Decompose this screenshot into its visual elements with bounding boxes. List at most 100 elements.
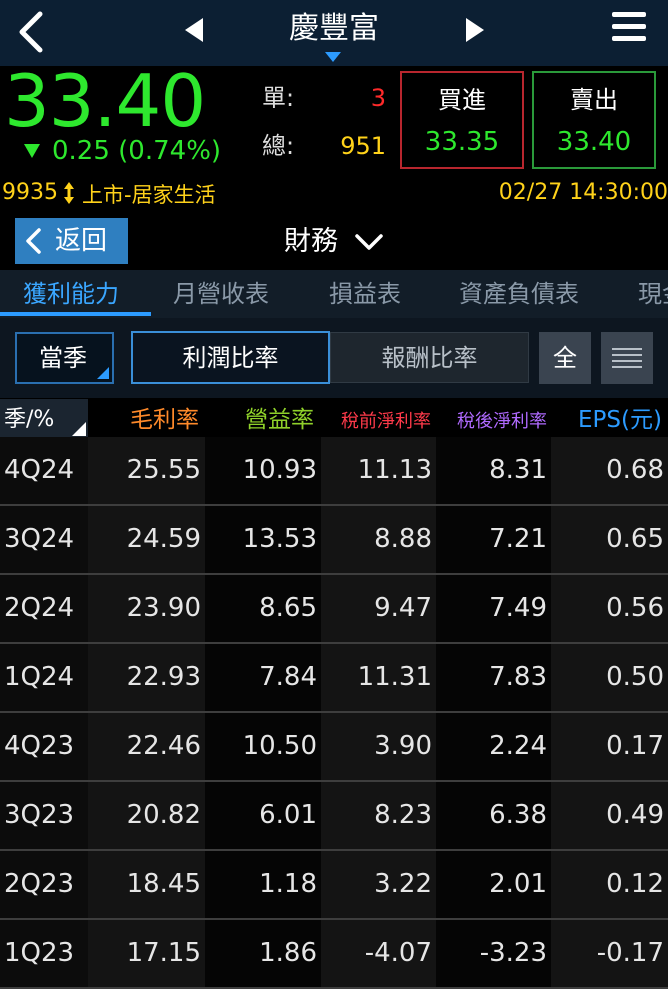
tab-balance-sheet[interactable]: 資產負債表 — [459, 279, 579, 309]
chevron-down-icon[interactable] — [354, 232, 384, 252]
cell-net-margin: 7.49 — [436, 575, 551, 642]
buy-label: 買進 — [438, 86, 486, 114]
cell-season: 3Q23 — [0, 782, 88, 849]
table-header — [0, 399, 668, 437]
table-row[interactable]: 4Q24 25.55 10.93 11.13 8.31 0.68 — [0, 437, 668, 504]
next-stock-icon[interactable] — [464, 16, 486, 44]
cell-gross-margin: 20.82 — [88, 782, 205, 849]
buy-price: 33.35 — [424, 127, 500, 157]
all-button[interactable]: 全 — [539, 332, 591, 384]
active-tab-indicator — [0, 312, 151, 316]
segment-profit-ratio[interactable]: 利潤比率 — [131, 331, 330, 384]
cell-net-margin: 8.31 — [436, 437, 551, 504]
cell-operating-margin: 10.93 — [205, 437, 321, 504]
cell-season: 4Q23 — [0, 713, 88, 780]
all-label: 全 — [553, 344, 577, 372]
cell-net-margin: 2.24 — [436, 713, 551, 780]
cell-season: 4Q24 — [0, 437, 88, 504]
cell-season: 3Q24 — [0, 506, 88, 573]
cell-net-margin: 6.38 — [436, 782, 551, 849]
period-select[interactable]: 當季 — [15, 332, 114, 384]
cell-net-margin: -3.23 — [436, 920, 551, 987]
cell-gross-margin: 17.15 — [88, 920, 205, 987]
cell-pretax-margin: 3.90 — [321, 713, 436, 780]
list-view-icon[interactable] — [601, 332, 653, 384]
last-price: 33.40 — [4, 59, 206, 143]
dropdown-corner-icon — [97, 367, 109, 379]
cell-pretax-margin: 8.23 — [321, 782, 436, 849]
cell-operating-margin: 8.65 — [205, 575, 321, 642]
cell-operating-margin: 1.18 — [205, 851, 321, 918]
cell-season: 1Q23 — [0, 920, 88, 987]
unit-volume-label: 單: — [262, 84, 295, 112]
cell-season: 2Q23 — [0, 851, 88, 918]
sell-button[interactable]: 賣出 33.40 — [532, 71, 656, 169]
up-down-arrow-icon — [64, 182, 74, 204]
chevron-left-icon — [26, 228, 41, 254]
buy-button[interactable]: 買進 33.35 — [400, 71, 524, 169]
return-button[interactable]: 返回 — [15, 218, 128, 264]
cell-net-margin: 7.83 — [436, 644, 551, 711]
cell-pretax-margin: 11.31 — [321, 644, 436, 711]
hamburger-menu-icon[interactable] — [612, 12, 646, 46]
period-value: 當季 — [39, 344, 87, 372]
cell-pretax-margin: 3.22 — [321, 851, 436, 918]
tab-cash-flow[interactable]: 現金流量表 — [638, 279, 668, 309]
total-volume-label: 總: — [262, 132, 295, 160]
tab-income-statement[interactable]: 損益表 — [329, 279, 401, 309]
return-label: 返回 — [55, 226, 108, 256]
back-arrow-icon[interactable] — [14, 10, 48, 54]
cell-net-margin: 2.01 — [436, 851, 551, 918]
total-volume-value: 951 — [340, 132, 386, 160]
cell-gross-margin: 22.46 — [88, 713, 205, 780]
cell-operating-margin: 7.84 — [205, 644, 321, 711]
cell-pretax-margin: 11.13 — [321, 437, 436, 504]
cell-season: 1Q24 — [0, 644, 88, 711]
caret-down-icon[interactable] — [325, 52, 341, 62]
table-row[interactable]: 1Q23 17.15 1.86 -4.07 -3.23 -0.17 — [0, 920, 668, 987]
table-row[interactable]: 2Q23 18.45 1.18 3.22 2.01 0.12 — [0, 851, 668, 918]
cell-net-margin: 7.21 — [436, 506, 551, 573]
table-row[interactable]: 3Q23 20.82 6.01 8.23 6.38 0.49 — [0, 782, 668, 849]
cell-eps: 0.12 — [551, 851, 668, 918]
cell-eps: -0.17 — [551, 920, 668, 987]
cell-pretax-margin: 9.47 — [321, 575, 436, 642]
cell-season: 2Q24 — [0, 575, 88, 642]
previous-stock-icon[interactable] — [183, 16, 205, 44]
cell-gross-margin: 23.90 — [88, 575, 205, 642]
tab-profitability[interactable]: 獲利能力 — [23, 279, 119, 309]
sort-corner-icon — [72, 422, 86, 436]
cell-gross-margin: 18.45 — [88, 851, 205, 918]
cell-gross-margin: 22.93 — [88, 644, 205, 711]
cell-operating-margin: 13.53 — [205, 506, 321, 573]
cell-eps: 0.65 — [551, 506, 668, 573]
unit-volume-value: 3 — [370, 84, 386, 112]
sell-label: 賣出 — [570, 86, 618, 114]
table-row[interactable]: 2Q24 23.90 8.65 9.47 7.49 0.56 — [0, 575, 668, 642]
table-row[interactable]: 3Q24 24.59 13.53 8.88 7.21 0.65 — [0, 506, 668, 573]
header-season: 季/% — [4, 407, 55, 432]
cell-eps: 0.50 — [551, 644, 668, 711]
segment-return-ratio[interactable]: 報酬比率 — [330, 332, 529, 383]
tab-monthly-revenue[interactable]: 月營收表 — [173, 279, 269, 309]
header-eps: EPS(元) — [578, 407, 662, 433]
tab-bar: 獲利能力 月營收表 損益表 資產負債表 現金流量表 — [0, 270, 668, 318]
cell-operating-margin: 1.86 — [205, 920, 321, 987]
market-sector: 上市-居家生活 — [82, 183, 216, 207]
header-pretax-margin: 稅前淨利率 — [341, 411, 431, 432]
stock-name[interactable]: 慶豐富 — [234, 9, 434, 49]
header-operating-margin: 營益率 — [245, 407, 314, 433]
section-dropdown[interactable]: 財務 — [284, 225, 338, 259]
header-net-margin: 稅後淨利率 — [457, 411, 547, 432]
segment-profit-label: 利潤比率 — [182, 344, 279, 372]
table-row[interactable]: 1Q24 22.93 7.84 11.31 7.83 0.50 — [0, 644, 668, 711]
cell-eps: 0.68 — [551, 437, 668, 504]
cell-operating-margin: 10.50 — [205, 713, 321, 780]
down-triangle-icon — [24, 144, 40, 158]
cell-pretax-margin: 8.88 — [321, 506, 436, 573]
cell-operating-margin: 6.01 — [205, 782, 321, 849]
sell-price: 33.40 — [556, 127, 632, 157]
table-row[interactable]: 4Q23 22.46 10.50 3.90 2.24 0.17 — [0, 713, 668, 780]
cell-eps: 0.49 — [551, 782, 668, 849]
cell-pretax-margin: -4.07 — [321, 920, 436, 987]
